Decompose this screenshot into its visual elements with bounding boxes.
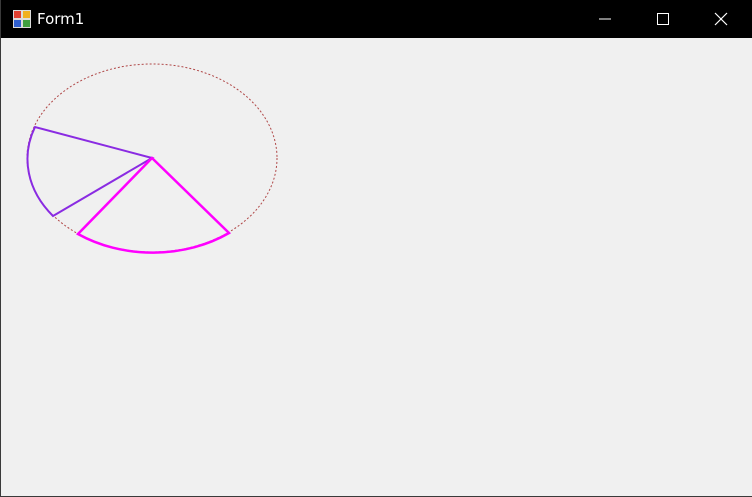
drawing-canvas	[26, 63, 278, 254]
magenta-pie-slice	[75, 156, 232, 254]
window-title: Form1	[37, 10, 85, 28]
title-bar[interactable]: Form1	[1, 0, 752, 38]
purple-pie-slice	[26, 125, 155, 218]
close-button[interactable]	[692, 0, 750, 38]
form1-window: Form1	[0, 0, 752, 497]
minimize-button[interactable]	[576, 0, 634, 38]
maximize-button[interactable]	[634, 0, 692, 38]
maximize-icon	[657, 13, 669, 25]
app-icon[interactable]	[13, 10, 31, 28]
minimize-icon	[599, 18, 611, 20]
client-area	[2, 38, 752, 496]
close-icon	[714, 12, 728, 26]
